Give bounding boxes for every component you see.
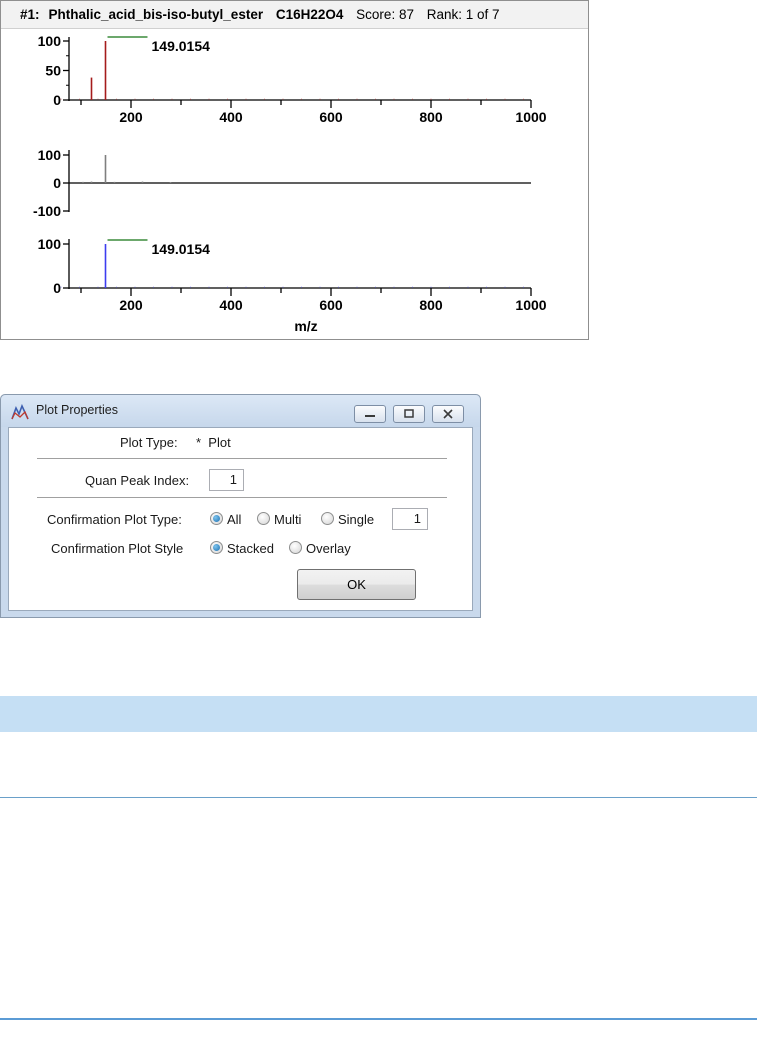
radio-type-single-label[interactable]: Single	[338, 512, 374, 527]
confirmation-plot-type-label: Confirmation Plot Type:	[47, 512, 182, 527]
radio-type-all[interactable]	[210, 512, 223, 525]
spectrum-header: #1: Phthalic_acid_bis-iso-butyl_ester C16…	[1, 1, 588, 29]
top-y-tick-label: 50	[45, 63, 61, 79]
separator-2	[37, 497, 447, 498]
middle-y-tick-label: 100	[38, 147, 62, 163]
top-y-tick-label: 100	[38, 33, 62, 49]
maximize-icon	[404, 409, 414, 418]
quan-peak-index-field[interactable]: 1	[209, 469, 244, 491]
quan-peak-index-label: Quan Peak Index:	[85, 473, 190, 488]
close-button[interactable]	[432, 405, 464, 423]
divider-line	[0, 797, 757, 798]
bottom-x-tick-label: 200	[119, 297, 143, 313]
bottom-x-tick-label: 600	[319, 297, 343, 313]
plot-type-label: Plot Type:	[120, 435, 178, 450]
separator-1	[37, 458, 447, 459]
match-score: Score: 87	[356, 7, 414, 22]
single-index-field[interactable]: 1	[392, 508, 428, 530]
radio-type-single[interactable]	[321, 512, 334, 525]
top-x-tick-label: 200	[119, 109, 143, 125]
radio-style-stacked[interactable]	[210, 541, 223, 554]
compound-name: Phthalic_acid_bis-iso-butyl_ester	[48, 7, 264, 22]
footer-divider-line	[0, 1018, 757, 1020]
maximize-button[interactable]	[393, 405, 425, 423]
top-x-tick-label: 1000	[515, 109, 546, 125]
x-axis-title: m/z	[294, 318, 317, 334]
bottom-y-tick-label: 100	[38, 236, 62, 252]
close-icon	[443, 409, 453, 419]
middle-y-tick-label: 0	[53, 175, 61, 191]
radio-type-multi-label[interactable]: Multi	[274, 512, 301, 527]
dialog-body: Plot Type: * Plot Quan Peak Index: 1 Con…	[8, 427, 473, 611]
top-x-tick-label: 800	[419, 109, 443, 125]
radio-style-overlay-label[interactable]: Overlay	[306, 541, 351, 556]
bottom-x-tick-label: 800	[419, 297, 443, 313]
bottom-y-tick-label: 0	[53, 280, 61, 296]
plot-type-value: * Plot	[196, 435, 231, 450]
spectrum-panel: #1: Phthalic_acid_bis-iso-butyl_ester C16…	[0, 0, 589, 340]
bottom-peak-label: 149.0154	[152, 241, 211, 257]
plot-icon	[11, 404, 29, 420]
middle-y-tick-label: -100	[33, 203, 61, 219]
top-x-tick-label: 400	[219, 109, 243, 125]
minimize-button[interactable]	[354, 405, 386, 423]
radio-type-all-label[interactable]: All	[227, 512, 241, 527]
radio-type-multi[interactable]	[257, 512, 270, 525]
table-header-band	[0, 696, 757, 732]
spectrum-plots: 050100200 400 600 800 1000149.0154-100010001…	[33, 33, 547, 334]
top-x-tick-label: 600	[319, 109, 343, 125]
ok-button[interactable]: OK	[297, 569, 416, 600]
top-y-tick-label: 0	[53, 92, 61, 108]
hit-id: #1:	[20, 7, 40, 22]
confirmation-plot-style-label: Confirmation Plot Style	[51, 541, 184, 556]
dialog-title: Plot Properties	[36, 403, 118, 417]
radio-style-stacked-label[interactable]: Stacked	[227, 541, 274, 556]
bottom-x-tick-label: 400	[219, 297, 243, 313]
plot-properties-dialog: Plot Properties Plot Type: * Plot Quan P…	[0, 394, 481, 618]
match-rank: Rank: 1 of 7	[426, 7, 500, 22]
top-peak-label: 149.0154	[152, 38, 211, 54]
bottom-x-tick-label: 1000	[515, 297, 546, 313]
radio-style-overlay[interactable]	[289, 541, 302, 554]
dialog-titlebar[interactable]: Plot Properties	[1, 395, 480, 427]
compound-formula: C16H22O4	[275, 7, 344, 22]
minimize-icon	[365, 415, 375, 417]
